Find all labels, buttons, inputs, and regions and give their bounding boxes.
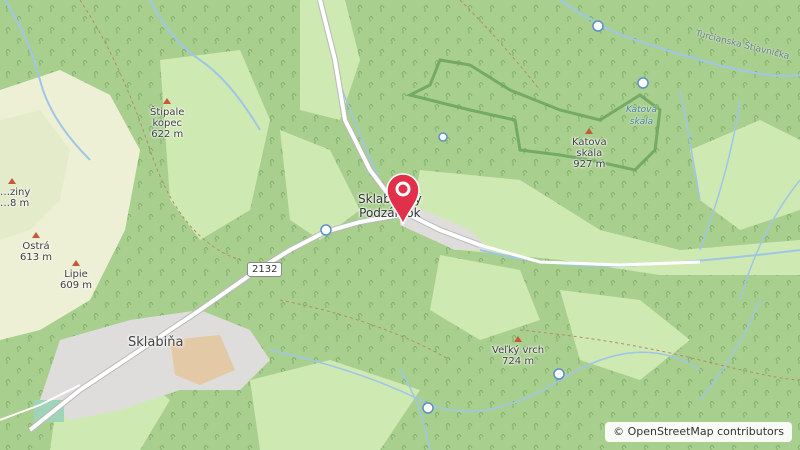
peak-elevation: 609 m xyxy=(60,280,93,291)
peak-velky-vrch: Veľký vrch 724 m xyxy=(492,334,544,367)
road-number-shield: 2132 xyxy=(247,262,283,277)
peak-name: …ziny xyxy=(0,187,31,198)
map-attribution[interactable]: © OpenStreetMap contributors xyxy=(605,422,792,442)
water-label-line1: Katova xyxy=(626,105,657,115)
peak-ostra: Ostrá 613 m xyxy=(20,230,52,263)
attribution-text[interactable]: OpenStreetMap contributors xyxy=(628,425,784,438)
peak-partial-left: …ziny …8 m xyxy=(0,176,30,209)
peak-name-line2: skala xyxy=(576,148,603,159)
peak-stipale-kopec: Štipale kopec 622 m xyxy=(150,96,184,140)
peak-katova-skala: Katova skala 927 m xyxy=(572,126,607,170)
water-label-line2: skala xyxy=(629,117,654,127)
peak-name: Lipie xyxy=(64,269,88,280)
map-canvas[interactable]: Štipale kopec 622 m Katova skala 927 m O… xyxy=(0,0,800,450)
peak-icon xyxy=(163,98,172,104)
peak-name: Katova xyxy=(572,137,607,148)
peak-lipie: Lipie 609 m xyxy=(60,258,92,291)
peak-icon xyxy=(32,232,40,238)
peak-name: Ostrá xyxy=(22,241,50,252)
location-pin-icon[interactable] xyxy=(383,170,423,226)
peak-elevation: 927 m xyxy=(573,159,606,170)
peak-icon xyxy=(72,260,80,266)
peak-elevation: 622 m xyxy=(151,129,184,140)
peak-icon xyxy=(514,336,523,342)
peak-elevation: 724 m xyxy=(502,356,535,367)
peak-elevation: 613 m xyxy=(20,252,53,263)
peak-name-line2: kopec xyxy=(152,118,182,129)
peak-name: Štipale xyxy=(150,107,185,118)
peak-icon xyxy=(585,128,594,134)
town-label: Sklabiňa xyxy=(128,335,184,350)
water-label-katova-skala: Katova skala xyxy=(626,104,657,128)
copyright-icon: © xyxy=(613,425,625,438)
peak-name: Veľký vrch xyxy=(492,345,545,356)
peak-elevation: …8 m xyxy=(0,198,30,209)
peak-icon xyxy=(8,178,16,184)
